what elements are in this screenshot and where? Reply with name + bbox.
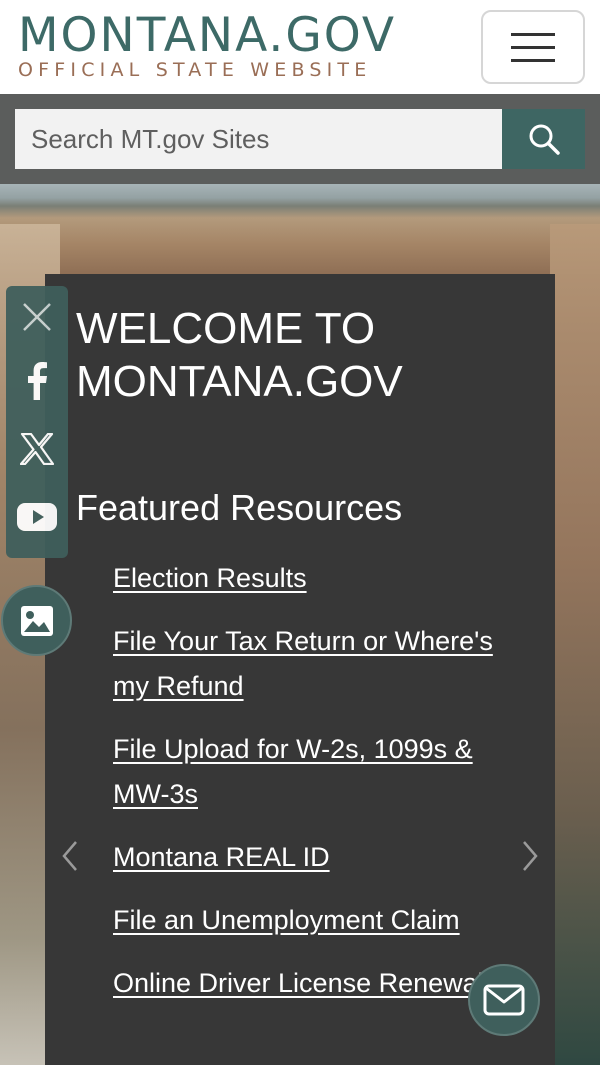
search-input[interactable] bbox=[15, 109, 502, 169]
site-logo[interactable]: MONTANA.GOV OFFICIAL STATE WEBSITE bbox=[18, 8, 397, 81]
hero-cliff-right bbox=[550, 224, 600, 1065]
chevron-left-icon bbox=[62, 841, 77, 871]
facebook-link[interactable] bbox=[6, 350, 68, 412]
resource-link-driver-license[interactable]: Online Driver License Renewal bbox=[113, 968, 484, 998]
photo-info-button[interactable] bbox=[1, 585, 72, 656]
resource-link-unemployment[interactable]: File an Unemployment Claim bbox=[113, 905, 460, 935]
youtube-icon bbox=[17, 503, 57, 531]
list-item: Montana REAL ID bbox=[113, 835, 533, 880]
hamburger-icon-bar bbox=[511, 45, 555, 49]
mail-icon bbox=[483, 984, 525, 1016]
list-item: Election Results bbox=[113, 556, 533, 601]
resource-link-tax-return[interactable]: File Your Tax Return or Where's my Refun… bbox=[113, 626, 493, 701]
youtube-link[interactable] bbox=[6, 486, 68, 548]
hamburger-icon-bar bbox=[511, 58, 555, 62]
x-link[interactable] bbox=[6, 418, 68, 480]
hamburger-icon bbox=[511, 32, 555, 36]
close-icon bbox=[23, 303, 51, 331]
logo-title: MONTANA.GOV bbox=[18, 8, 397, 63]
menu-button[interactable] bbox=[481, 10, 585, 84]
resource-link-file-upload[interactable]: File Upload for W-2s, 1099s & MW-3s bbox=[113, 734, 473, 809]
logo-tagline: OFFICIAL STATE WEBSITE bbox=[18, 59, 372, 81]
welcome-panel: WELCOME TO MONTANA.GOV Featured Resource… bbox=[45, 274, 555, 1065]
list-item: File an Unemployment Claim bbox=[113, 898, 533, 943]
search-icon bbox=[529, 124, 560, 155]
contact-mail-button[interactable] bbox=[468, 964, 540, 1036]
search-button[interactable] bbox=[502, 109, 585, 169]
image-icon bbox=[20, 605, 53, 636]
resource-link-real-id[interactable]: Montana REAL ID bbox=[113, 842, 330, 872]
x-icon bbox=[20, 433, 54, 465]
resource-link-election-results[interactable]: Election Results bbox=[113, 563, 307, 593]
welcome-title: WELCOME TO MONTANA.GOV bbox=[76, 304, 403, 406]
site-header: MONTANA.GOV OFFICIAL STATE WEBSITE bbox=[0, 0, 600, 94]
close-social-button[interactable] bbox=[6, 286, 68, 348]
carousel-next-button[interactable] bbox=[515, 836, 545, 876]
chevron-right-icon bbox=[523, 841, 538, 871]
list-item: File Your Tax Return or Where's my Refun… bbox=[113, 619, 533, 709]
featured-resources-list: Election Results File Your Tax Return or… bbox=[113, 556, 533, 1024]
search-bar bbox=[0, 94, 600, 184]
facebook-icon bbox=[28, 362, 47, 400]
featured-resources-heading: Featured Resources bbox=[76, 487, 403, 528]
list-item: File Upload for W-2s, 1099s & MW-3s bbox=[113, 727, 533, 817]
carousel-prev-button[interactable] bbox=[55, 836, 85, 876]
social-sidebar bbox=[6, 286, 68, 558]
